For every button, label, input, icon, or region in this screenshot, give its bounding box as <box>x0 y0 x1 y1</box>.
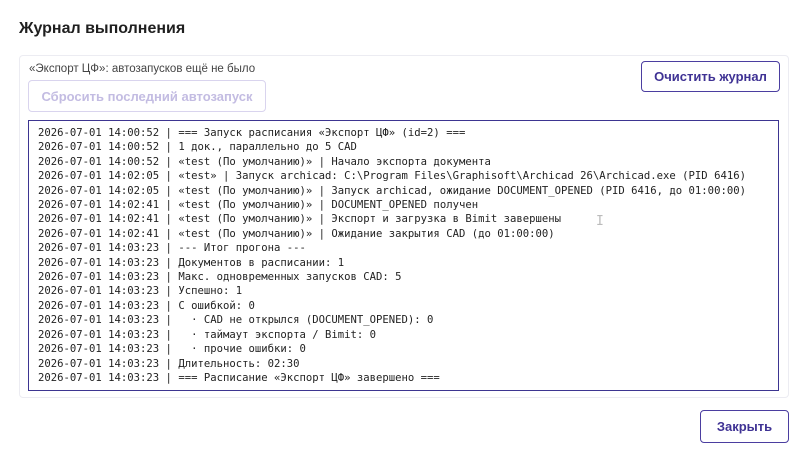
log-line: 2026-07-01 14:00:52 | «test (По умолчани… <box>38 155 491 168</box>
log-line: 2026-07-01 14:02:41 | «test (По умолчани… <box>38 199 479 212</box>
log-line: 2026-07-01 14:02:41 | «test (По умолчани… <box>38 213 561 226</box>
log-line: 2026-07-01 14:03:23 | Длительность: 02:3… <box>38 357 300 370</box>
log-textarea[interactable]: 2026-07-01 14:00:52 | === Запуск расписа… <box>28 120 779 391</box>
log-line: 2026-07-01 14:03:23 | С ошибкой: 0 <box>38 299 255 312</box>
clear-log-button[interactable]: Очистить журнал <box>641 61 780 92</box>
log-line: 2026-07-01 14:03:23 | Макс. одновременны… <box>38 271 402 284</box>
log-line: 2026-07-01 14:03:23 | · CAD не открылся … <box>38 314 434 327</box>
execution-log-dialog: Журнал выполнения «Экспорт ЦФ»: автозапу… <box>0 0 808 462</box>
log-line: 2026-07-01 14:02:05 | «test» | Запуск ar… <box>38 170 746 183</box>
dialog-title: Журнал выполнения <box>19 20 186 37</box>
log-line: 2026-07-01 14:03:23 | Успешно: 1 <box>38 285 243 298</box>
log-line: 2026-07-01 14:03:23 | · таймаут экспорта… <box>38 328 377 341</box>
log-line: 2026-07-01 14:00:52 | === Запуск расписа… <box>38 127 466 139</box>
log-line: 2026-07-01 14:03:23 | Документов в распи… <box>38 256 345 269</box>
log-line: 2026-07-01 14:03:23 | --- Итог прогона -… <box>38 242 306 255</box>
log-line: 2026-07-01 14:02:05 | «test (По умолчани… <box>38 184 746 197</box>
log-line: 2026-07-01 14:00:52 | 1 док., параллельн… <box>38 141 357 154</box>
reset-last-autorun-button: Сбросить последний автозапуск <box>28 80 266 112</box>
log-line: 2026-07-01 14:02:41 | «test (По умолчани… <box>38 227 555 240</box>
autorun-status-text: «Экспорт ЦФ»: автозапусков ещё не было <box>29 63 256 75</box>
close-button[interactable]: Закрыть <box>700 410 789 443</box>
text-cursor-icon: I <box>596 214 604 229</box>
log-line: 2026-07-01 14:03:23 | · прочие ошибки: 0 <box>38 343 306 356</box>
log-line: 2026-07-01 14:03:23 | === Расписание «Эк… <box>38 371 440 384</box>
log-panel: «Экспорт ЦФ»: автозапусков ещё не было О… <box>19 55 789 398</box>
